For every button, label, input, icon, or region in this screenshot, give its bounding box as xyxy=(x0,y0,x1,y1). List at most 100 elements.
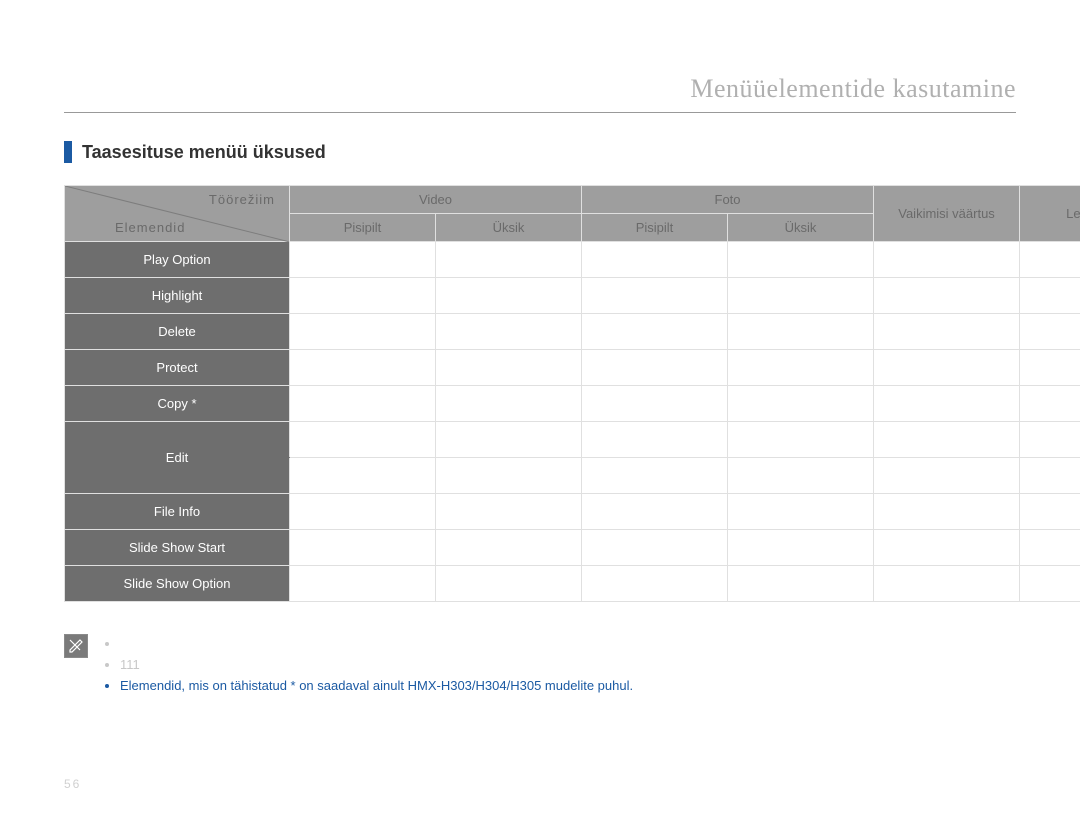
cell xyxy=(436,566,582,602)
cell xyxy=(1020,494,1080,530)
cell xyxy=(436,530,582,566)
table-row: Protect xyxy=(65,350,1080,386)
row-slide-show-option: Slide Show Option xyxy=(65,566,290,602)
cell xyxy=(874,386,1020,422)
cell xyxy=(436,494,582,530)
row-play-option: Play Option xyxy=(65,242,290,278)
cell xyxy=(874,242,1020,278)
cell xyxy=(728,458,874,494)
row-delete: Delete xyxy=(65,314,290,350)
table-row: Copy * xyxy=(65,386,1080,422)
cell xyxy=(874,458,1020,494)
playback-menu-table: Töörežiim Elemendid Video Foto Vaikimisi… xyxy=(64,185,1080,602)
col-page: Lehekülg xyxy=(1020,186,1080,242)
chapter-title: Menüüelementide kasutamine xyxy=(64,74,1016,113)
section-heading: Taasesituse menüü üksused xyxy=(64,141,1016,163)
cell xyxy=(290,494,436,530)
note-item: 111 xyxy=(120,655,1016,676)
cell xyxy=(728,242,874,278)
note-pagelink[interactable]: 111 xyxy=(120,657,140,672)
diag-top-label: Töörežiim xyxy=(209,192,275,207)
cell xyxy=(728,350,874,386)
page-number: 56 xyxy=(64,777,81,791)
cell xyxy=(290,278,436,314)
cell xyxy=(874,278,1020,314)
cell xyxy=(728,494,874,530)
row-copy: Copy * xyxy=(65,386,290,422)
cell xyxy=(728,278,874,314)
note-item xyxy=(120,634,1016,655)
table-row: Play Option xyxy=(65,242,1080,278)
table-row: Slide Show Option xyxy=(65,566,1080,602)
cell xyxy=(728,386,874,422)
cell xyxy=(1020,278,1080,314)
cell xyxy=(1020,386,1080,422)
row-file-info: File Info xyxy=(65,494,290,530)
cell xyxy=(436,386,582,422)
col-group-video: Video xyxy=(290,186,582,214)
table-row: Highlight xyxy=(65,278,1080,314)
cell xyxy=(1020,242,1080,278)
cell xyxy=(874,314,1020,350)
cell xyxy=(1020,530,1080,566)
cell xyxy=(290,314,436,350)
cell xyxy=(582,278,728,314)
cell xyxy=(436,314,582,350)
cell xyxy=(1020,350,1080,386)
cell xyxy=(1020,566,1080,602)
cell xyxy=(874,494,1020,530)
col-foto-thumb: Pisipilt xyxy=(582,214,728,242)
diagonal-header: Töörežiim Elemendid xyxy=(65,186,290,242)
accent-bar xyxy=(64,141,72,163)
row-slide-show-start: Slide Show Start xyxy=(65,530,290,566)
table-row: Slide Show Start xyxy=(65,530,1080,566)
diag-bottom-label: Elemendid xyxy=(115,220,185,235)
cell xyxy=(582,314,728,350)
table-row: File Info xyxy=(65,494,1080,530)
cell xyxy=(290,530,436,566)
cell xyxy=(1020,422,1080,458)
note-text: Elemendid, mis on tähistatud * on saadav… xyxy=(120,678,633,693)
cell xyxy=(874,422,1020,458)
notes-list: 111 Elemendid, mis on tähistatud * on sa… xyxy=(102,634,1016,696)
cell xyxy=(436,242,582,278)
cell xyxy=(436,278,582,314)
cell xyxy=(874,566,1020,602)
cell xyxy=(582,494,728,530)
cell xyxy=(728,422,874,458)
col-default: Vaikimisi väärtus xyxy=(874,186,1020,242)
col-video-single: Üksik xyxy=(436,214,582,242)
note-item: Elemendid, mis on tähistatud * on saadav… xyxy=(120,676,1016,697)
cell xyxy=(728,530,874,566)
section-title: Taasesituse menüü üksused xyxy=(82,142,326,163)
cell xyxy=(1020,458,1080,494)
notes-block: 111 Elemendid, mis on tähistatud * on sa… xyxy=(64,634,1016,696)
row-highlight: Highlight xyxy=(65,278,290,314)
cell xyxy=(290,242,436,278)
cell xyxy=(582,458,728,494)
cell xyxy=(728,314,874,350)
cell xyxy=(436,350,582,386)
row-edit-group: Edit xyxy=(65,422,290,494)
cell xyxy=(290,386,436,422)
col-foto-single: Üksik xyxy=(728,214,874,242)
note-icon xyxy=(64,634,88,658)
cell xyxy=(436,422,582,458)
cell xyxy=(582,242,728,278)
row-protect: Protect xyxy=(65,350,290,386)
table-row: Delete xyxy=(65,314,1080,350)
cell xyxy=(728,566,874,602)
cell xyxy=(582,422,728,458)
cell xyxy=(436,458,582,494)
col-group-foto: Foto xyxy=(582,186,874,214)
table-row: Edit Divide xyxy=(65,422,1080,458)
cell xyxy=(290,350,436,386)
cell xyxy=(1020,314,1080,350)
cell xyxy=(874,530,1020,566)
cell xyxy=(582,530,728,566)
page: Menüüelementide kasutamine Taasesituse m… xyxy=(0,0,1080,827)
col-video-thumb: Pisipilt xyxy=(290,214,436,242)
cell xyxy=(582,350,728,386)
cell xyxy=(582,566,728,602)
cell xyxy=(582,386,728,422)
